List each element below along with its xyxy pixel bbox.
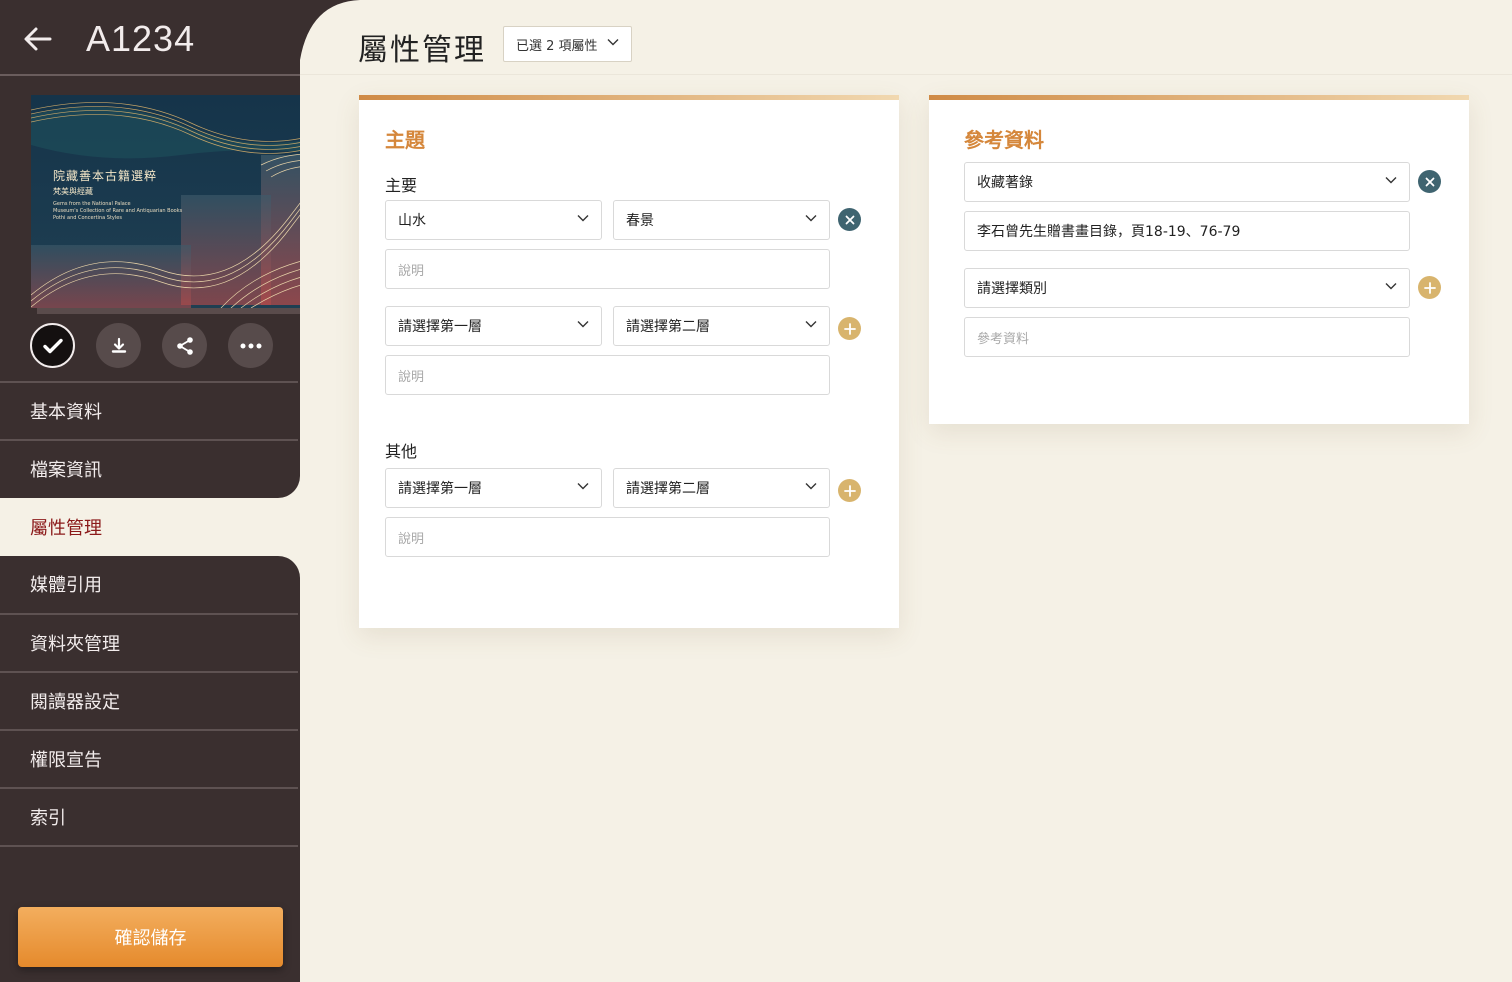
subject-card-title: 主題 (385, 128, 425, 152)
nav-item-media-reference[interactable]: 媒體引用 (0, 555, 298, 613)
more-button[interactable] (228, 323, 273, 368)
page-title: 屬性管理 (358, 33, 486, 68)
description-input[interactable]: 說明 (385, 517, 830, 557)
thumbnail-english: Gems from the National Palace Museum's C… (53, 201, 203, 222)
chevron-down-icon (577, 483, 589, 490)
remove-reference-button[interactable] (1418, 170, 1441, 193)
level2-value: 春景 (626, 213, 654, 229)
item-thumbnail[interactable]: 院藏善本古籍選粹 梵美與經藏 Gems from the National Pa… (31, 95, 331, 308)
level2-value: 請選擇第二層 (626, 319, 710, 335)
reference-category-dropdown[interactable]: 請選擇類別 (964, 268, 1410, 308)
reference-category-value: 請選擇類別 (977, 281, 1047, 297)
level2-dropdown[interactable]: 請選擇第二層 (613, 306, 830, 346)
thumbnail-english-line: Pothi and Concertina Styles (53, 215, 122, 221)
chevron-down-icon (1385, 177, 1397, 184)
chevron-down-icon (607, 39, 619, 46)
reference-card: 參考資料 收藏著錄 李石曾先生贈書畫目錄，頁18-19、76-79 請選擇類別 … (929, 95, 1469, 424)
chevron-down-icon (805, 483, 817, 490)
reference-card-title: 參考資料 (964, 128, 1044, 152)
thumbnail-caption: 院藏善本古籍選粹 梵美與經藏 Gems from the National Pa… (53, 167, 203, 222)
chevron-down-icon (805, 321, 817, 328)
more-icon (240, 343, 261, 348)
download-button[interactable] (96, 323, 141, 368)
level1-value: 請選擇第一層 (398, 481, 482, 497)
reference-category-dropdown[interactable]: 收藏著錄 (964, 162, 1410, 202)
back-arrow-icon[interactable] (22, 24, 54, 54)
description-input[interactable]: 說明 (385, 355, 830, 395)
description-input[interactable]: 說明 (385, 249, 830, 289)
nav-item-folder-management[interactable]: 資料夾管理 (0, 613, 298, 671)
chevron-down-icon (577, 321, 589, 328)
header-divider (300, 74, 1512, 75)
check-icon (42, 338, 63, 353)
level1-dropdown[interactable]: 請選擇第一層 (385, 306, 602, 346)
nav-item-reader-settings[interactable]: 閱讀器設定 (0, 671, 298, 729)
main-section-label: 主要 (385, 176, 418, 195)
nav-item-basic-info[interactable]: 基本資料 (0, 381, 298, 439)
level2-dropdown[interactable]: 請選擇第二層 (613, 468, 830, 508)
level1-dropdown[interactable]: 山水 (385, 200, 602, 240)
action-buttons (30, 323, 273, 368)
subject-card: 主題 主要 山水 春景 說明 請選擇第一層 請選擇第二層 說明 其他 請選擇第一… (359, 95, 899, 628)
close-icon (845, 215, 854, 224)
card-accent-bar (359, 95, 899, 100)
confirm-save-button[interactable]: 確認儲存 (18, 907, 283, 967)
nav-divider (0, 845, 298, 847)
sidebar-header: A1234 (0, 0, 300, 76)
nav-item-rights-statement[interactable]: 權限宣告 (0, 729, 298, 787)
plus-icon (1423, 281, 1436, 294)
level2-value: 請選擇第二層 (626, 481, 710, 497)
level2-dropdown[interactable]: 春景 (613, 200, 830, 240)
close-icon (1425, 177, 1434, 186)
share-button[interactable] (162, 323, 207, 368)
add-row-button[interactable] (838, 317, 861, 340)
selected-attributes-dropdown[interactable]: 已選 2 項屬性 (503, 26, 632, 62)
other-section-label: 其他 (385, 442, 418, 461)
remove-row-button[interactable] (838, 208, 861, 231)
share-icon (176, 336, 193, 355)
level1-value: 山水 (398, 213, 426, 229)
plus-icon (843, 322, 856, 335)
reference-input[interactable]: 李石曾先生贈書畫目錄，頁18-19、76-79 (964, 211, 1410, 251)
chevron-down-icon (577, 215, 589, 222)
card-accent-bar (929, 95, 1469, 100)
item-id-title: A1234 (86, 18, 196, 59)
nav-item-index[interactable]: 索引 (0, 787, 298, 845)
reference-category-value: 收藏著錄 (977, 175, 1033, 191)
add-row-button[interactable] (838, 479, 861, 502)
chevron-down-icon (805, 215, 817, 222)
plus-icon (843, 484, 856, 497)
check-button[interactable] (30, 323, 75, 368)
nav-item-attribute-management[interactable]: 屬性管理 (0, 498, 298, 556)
thumbnail-english-line: Gems from the National Palace (53, 201, 131, 207)
thumbnail-subtitle: 梵美與經藏 (53, 187, 93, 196)
level1-value: 請選擇第一層 (398, 319, 482, 335)
add-reference-button[interactable] (1418, 276, 1441, 299)
download-icon (111, 337, 126, 353)
reference-input[interactable]: 參考資料 (964, 317, 1410, 357)
selected-attributes-label: 已選 2 項屬性 (516, 38, 598, 54)
sidebar: A1234 院藏善本古籍選粹 梵美與經藏 Gems from the Natio… (0, 0, 331, 982)
chevron-down-icon (1385, 283, 1397, 290)
level1-dropdown[interactable]: 請選擇第一層 (385, 468, 602, 508)
thumbnail-title: 院藏善本古籍選粹 (53, 169, 158, 183)
thumbnail-english-line: Museum's Collection of Rare and Antiquar… (53, 208, 183, 214)
nav-item-file-info[interactable]: 檔案資訊 (0, 439, 298, 497)
